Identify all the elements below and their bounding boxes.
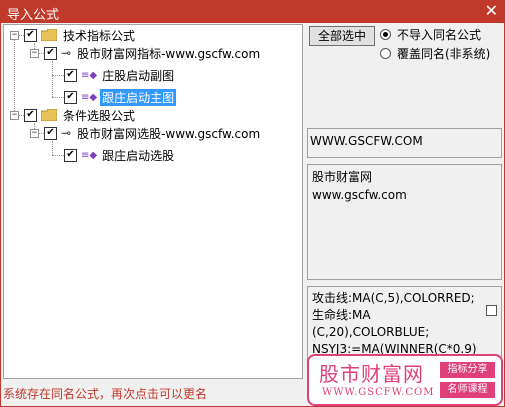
formula-icon: ≡◆ [81,149,98,161]
url-text: WWW.GSCFW.COM [310,134,423,148]
item-checkbox[interactable]: ✔ [64,68,77,82]
code-line: 攻击线:MA(C,5),COLORRED; [312,291,475,305]
import-formula-dialog: 导入公式 ✕ − ✔ 技术指标公式 − ✔ ⊸ 股市财富网指标-www.gscf… [0,0,505,407]
tree-label: 庄股启动副图 [102,68,175,83]
description-box[interactable]: 股市财富网 www.gscfw.com [307,164,502,280]
close-icon[interactable]: ✕ [485,2,498,20]
tree-node-gscfw-selection[interactable]: ✔ ⊸ 股市财富网选股-www.gscfw.com [44,124,262,142]
item-checkbox[interactable]: ✔ [64,148,77,162]
tree-line [52,141,53,155]
expand-toggle[interactable]: − [30,49,39,58]
tree-label: 股市财富网指标-www.gscfw.com [77,46,261,61]
formula-icon: ≡◆ [81,91,98,103]
watermark-logo: 股市财富网 WWW.GSCFW.COM 指标分享 名师课程 [307,354,503,406]
url-field: WWW.GSCFW.COM [307,128,502,158]
tree-item-formula[interactable]: ✔ ≡◆ 庄股启动副图 [64,66,176,84]
tree-line [14,39,15,119]
tree-item-formula[interactable]: ✔ ≡◆ 跟庄启动选股 [64,146,176,164]
formula-icon: ≡◆ [81,69,98,81]
tree-line [52,75,64,76]
watermark-tag: 名师课程 [440,382,495,398]
title-bar: 导入公式 ✕ [1,1,504,23]
key-icon: ⊸ [61,126,72,140]
select-all-button[interactable]: 全部选中 [309,26,375,46]
dialog-title: 导入公式 [7,8,60,23]
group-checkbox[interactable]: ✔ [24,28,37,42]
formula-tree: − ✔ 技术指标公式 − ✔ ⊸ 股市财富网指标-www.gscfw.com ✔… [3,24,303,379]
node-checkbox[interactable]: ✔ [44,126,57,140]
tree-label-selected: 跟庄启动主图 [100,88,177,106]
tree-label: 条件选股公式 [63,108,136,123]
tree-group-stock-selection[interactable]: ✔ 条件选股公式 [24,106,137,124]
watermark-tag: 指标分享 [440,362,495,378]
watermark-site: WWW.GSCFW.COM [322,387,435,398]
scroll-checkbox[interactable] [486,305,497,316]
node-checkbox[interactable]: ✔ [44,46,57,60]
radio-button-selected[interactable] [380,28,391,40]
radio-no-import[interactable]: 不导入同名公式 [380,26,481,42]
tree-label: 跟庄启动选股 [102,148,175,163]
tree-line [52,97,64,98]
expand-toggle[interactable]: − [10,31,19,40]
status-message: 系统存在同名公式，再次点击可以更名 [3,387,208,401]
tree-node-gscfw-indicators[interactable]: ✔ ⊸ 股市财富网指标-www.gscfw.com [44,44,262,62]
code-line: 生命线:MA [312,308,371,322]
tree-line [52,61,53,97]
folder-icon [41,29,57,41]
code-line: (C,20),COLORBLUE; [312,325,430,339]
radio-label: 不导入同名公式 [397,27,482,42]
expand-toggle[interactable]: − [10,111,19,120]
tree-item-formula[interactable]: ✔ ≡◆ 跟庄启动主图 [64,88,177,106]
tree-label: 技术指标公式 [63,28,136,43]
folder-icon [41,109,57,121]
description-line: 股市财富网 [312,170,373,184]
key-icon: ⊸ [61,46,72,60]
expand-toggle[interactable]: − [30,129,39,138]
tree-line [52,155,64,156]
radio-button[interactable] [380,47,391,59]
group-checkbox[interactable]: ✔ [24,108,37,122]
item-checkbox[interactable]: ✔ [64,90,77,104]
description-line: www.gscfw.com [312,188,407,202]
radio-label: 覆盖同名(非系统) [397,46,491,61]
tree-label: 股市财富网选股-www.gscfw.com [77,126,261,141]
radio-overwrite[interactable]: 覆盖同名(非系统) [380,45,490,61]
watermark-brand: 股市财富网 [319,362,424,386]
tree-group-technical-indicators[interactable]: ✔ 技术指标公式 [24,26,137,44]
